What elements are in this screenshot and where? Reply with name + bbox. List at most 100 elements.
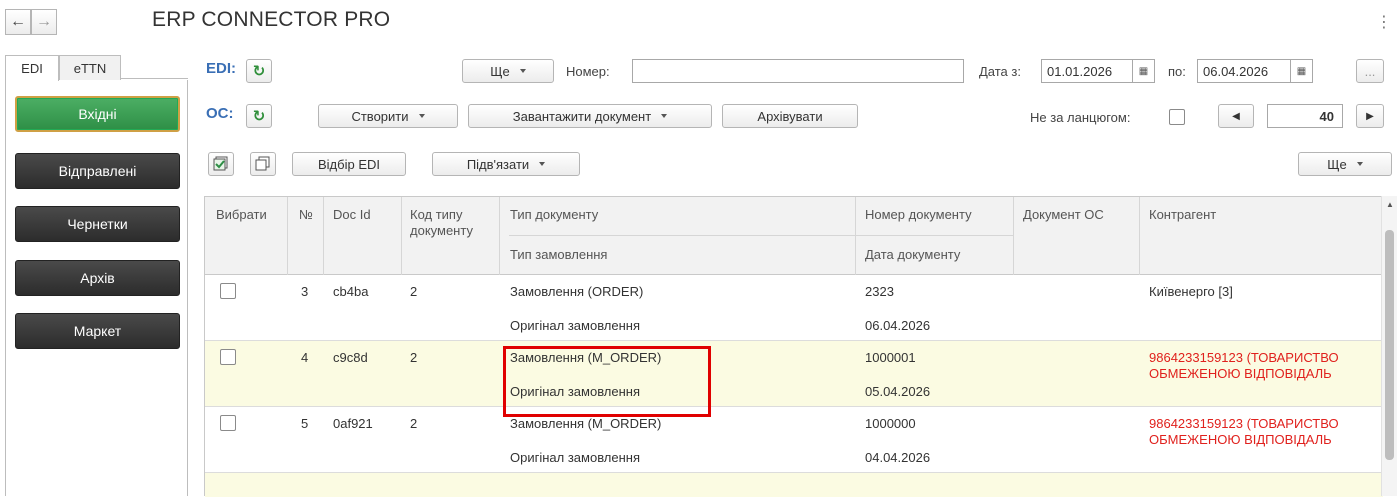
period-select-button[interactable]: ... bbox=[1356, 59, 1384, 83]
date-from-input[interactable]: 01.01.2026 bbox=[1041, 59, 1133, 83]
row-counterparty: Київенерго [3] bbox=[1149, 284, 1233, 299]
tab-ettn[interactable]: eTTN bbox=[59, 55, 121, 80]
sidebar-item-sent[interactable]: Відправлені bbox=[15, 153, 180, 189]
row-doc-type: Замовлення (ORDER) bbox=[510, 284, 644, 299]
page-number-input[interactable]: 40 bbox=[1267, 104, 1343, 128]
table-row-partial bbox=[205, 473, 1383, 497]
table-row-selected[interactable]: 4 c9c8d 2 Замовлення (M_ORDER) Оригінал … bbox=[205, 341, 1383, 407]
row-doc-type: Замовлення (M_ORDER) bbox=[510, 416, 662, 431]
scroll-up-icon[interactable]: ▲ bbox=[1386, 200, 1394, 209]
date-to-label: по: bbox=[1168, 64, 1186, 79]
date-to-input[interactable]: 06.04.2026 bbox=[1197, 59, 1291, 83]
uncheck-all-button[interactable] bbox=[250, 152, 276, 176]
tab-edi[interactable]: EDI bbox=[5, 55, 59, 81]
col-select[interactable]: Вибрати bbox=[216, 207, 267, 222]
row-doc-number: 2323 bbox=[865, 284, 894, 299]
col-divider bbox=[401, 197, 402, 275]
row-doc-number: 1000001 bbox=[865, 350, 916, 365]
refresh-icon: ↻ bbox=[252, 63, 266, 80]
chevron-down-icon bbox=[661, 114, 668, 118]
sidebar-item-drafts[interactable]: Чернетки bbox=[15, 206, 180, 242]
uncheck-all-icon bbox=[255, 156, 270, 171]
col-divider bbox=[499, 197, 500, 275]
link-button[interactable]: Підв'язати bbox=[432, 152, 580, 176]
not-chain-label: Не за ланцюгом: bbox=[1030, 110, 1131, 125]
col-oc-doc[interactable]: Документ ОС bbox=[1023, 207, 1104, 222]
chevron-down-icon bbox=[418, 114, 425, 118]
link-label: Підв'язати bbox=[466, 156, 530, 172]
calendar-icon[interactable]: ▦ bbox=[1133, 59, 1155, 83]
not-chain-checkbox[interactable] bbox=[1169, 109, 1185, 125]
filter-edi-button[interactable]: Відбір EDI bbox=[292, 152, 406, 176]
load-document-button[interactable]: Завантажити документ bbox=[468, 104, 712, 128]
col-number[interactable]: № bbox=[299, 207, 313, 222]
calendar-icon[interactable]: ▦ bbox=[1291, 59, 1313, 83]
row-type-code: 2 bbox=[410, 350, 418, 365]
check-all-button[interactable] bbox=[208, 152, 234, 176]
row-checkbox[interactable] bbox=[220, 415, 236, 431]
row-counterparty: 9864233159123 (ТОВАРИСТВО bbox=[1149, 416, 1339, 431]
row-checkbox[interactable] bbox=[220, 349, 236, 365]
row-counterparty-line2: ОБМЕЖЕНОЮ ВІДПОВІДАЛЬ bbox=[1149, 432, 1332, 447]
row-checkbox[interactable] bbox=[220, 283, 236, 299]
chevron-down-icon bbox=[1356, 162, 1363, 166]
col-doc-date[interactable]: Дата документу bbox=[865, 247, 960, 262]
row-number: 3 bbox=[301, 284, 309, 299]
more-menu-icon[interactable]: ⋮ bbox=[1376, 12, 1392, 32]
back-button[interactable]: ← bbox=[5, 9, 31, 35]
col-type-code[interactable]: Код типу документу bbox=[410, 207, 498, 239]
header-divider bbox=[509, 235, 1013, 236]
ellipsis-label: ... bbox=[1364, 63, 1376, 79]
table-more-button[interactable]: Ще bbox=[1298, 152, 1392, 176]
row-order-type: Оригінал замовлення bbox=[510, 318, 641, 333]
next-page-button[interactable]: ▶ bbox=[1356, 104, 1384, 128]
col-divider bbox=[855, 197, 856, 275]
create-button[interactable]: Створити bbox=[318, 104, 458, 128]
load-label: Завантажити документ bbox=[512, 108, 652, 124]
col-doc-id[interactable]: Doc Id bbox=[333, 207, 371, 222]
col-doc-number[interactable]: Номер документу bbox=[865, 207, 972, 222]
col-divider bbox=[323, 197, 324, 275]
archive-button[interactable]: Архівувати bbox=[722, 104, 858, 128]
sidebar-item-incoming[interactable]: Вхідні bbox=[15, 96, 180, 132]
scrollbar-thumb[interactable] bbox=[1385, 230, 1394, 460]
table-more-label: Ще bbox=[1327, 156, 1347, 172]
check-all-icon bbox=[213, 156, 228, 171]
refresh-icon: ↻ bbox=[252, 108, 266, 125]
page-title: ERP CONNECTOR PRO bbox=[152, 8, 391, 31]
sidebar-item-archive[interactable]: Архів bbox=[15, 260, 180, 296]
oc-label: ОС: bbox=[206, 105, 234, 122]
col-doc-type[interactable]: Тип документу bbox=[510, 207, 598, 222]
row-doc-number: 1000000 bbox=[865, 416, 916, 431]
triangle-left-icon: ◀ bbox=[1232, 110, 1240, 122]
table-scrollbar[interactable]: ▲ bbox=[1381, 196, 1397, 496]
arrow-left-icon: ← bbox=[10, 13, 26, 30]
create-label: Створити bbox=[351, 108, 409, 124]
edi-refresh-button[interactable]: ↻ bbox=[246, 59, 272, 83]
chevron-down-icon bbox=[519, 69, 526, 73]
edi-more-button[interactable]: Ще bbox=[462, 59, 554, 83]
table-row[interactable]: 3 cb4ba 2 Замовлення (ORDER) Оригінал за… bbox=[205, 275, 1383, 341]
prev-page-button[interactable]: ◀ bbox=[1218, 104, 1254, 128]
forward-button[interactable]: → bbox=[31, 9, 57, 35]
table-row[interactable]: 5 0af921 2 Замовлення (M_ORDER) Оригінал… bbox=[205, 407, 1383, 473]
row-doc-date: 05.04.2026 bbox=[865, 384, 931, 399]
row-type-code: 2 bbox=[410, 416, 418, 431]
row-doc-id: c9c8d bbox=[333, 350, 368, 365]
sidebar-item-market[interactable]: Маркет bbox=[15, 313, 180, 349]
row-doc-id: cb4ba bbox=[333, 284, 369, 299]
col-divider bbox=[287, 197, 288, 275]
col-divider bbox=[1013, 197, 1014, 275]
date-from-label: Дата з: bbox=[979, 64, 1021, 79]
number-label: Номер: bbox=[566, 64, 610, 79]
col-order-type[interactable]: Тип замовлення bbox=[510, 247, 607, 262]
col-divider bbox=[1139, 197, 1140, 275]
oc-refresh-button[interactable]: ↻ bbox=[246, 104, 272, 128]
col-counterparty[interactable]: Контрагент bbox=[1149, 207, 1216, 222]
row-counterparty: 9864233159123 (ТОВАРИСТВО bbox=[1149, 350, 1339, 365]
number-input[interactable] bbox=[632, 59, 964, 83]
row-doc-date: 04.04.2026 bbox=[865, 450, 931, 465]
chevron-down-icon bbox=[539, 162, 546, 166]
row-number: 5 bbox=[301, 416, 309, 431]
row-type-code: 2 bbox=[410, 284, 418, 299]
